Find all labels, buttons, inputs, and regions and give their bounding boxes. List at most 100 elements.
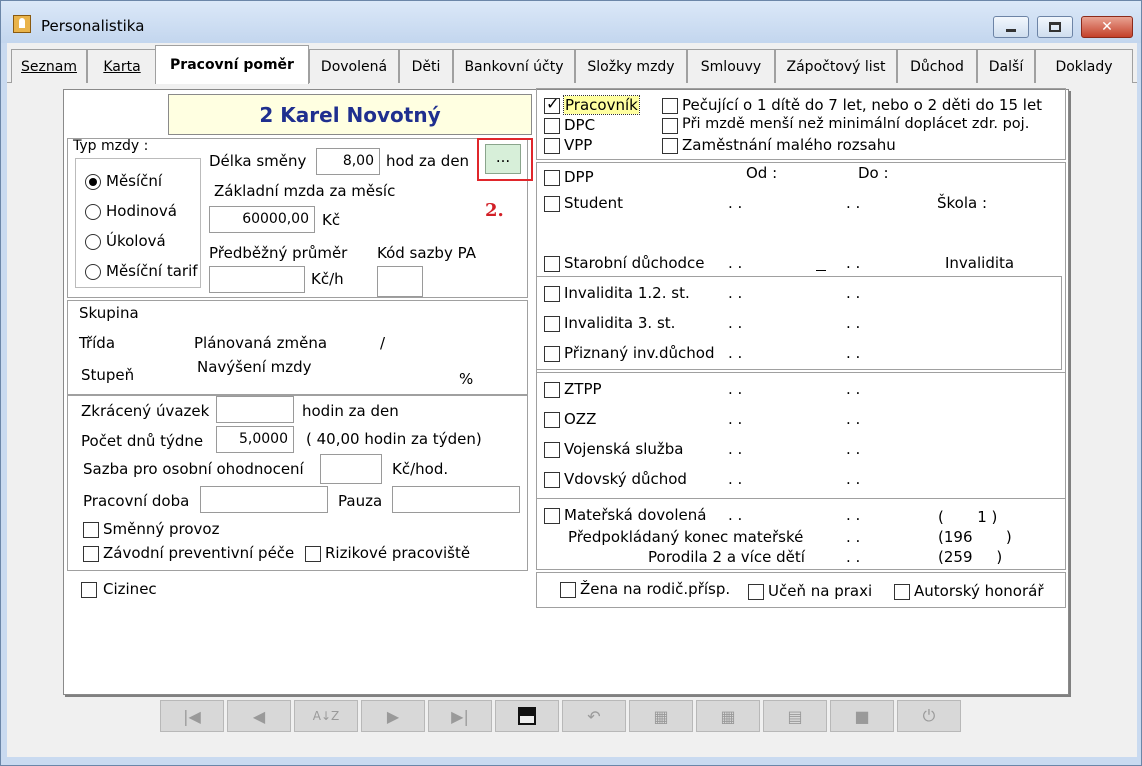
- from-label: Od :: [746, 164, 778, 182]
- undo-button[interactable]: ↶: [562, 700, 626, 732]
- tab-dovolena[interactable]: Dovolená: [309, 49, 399, 83]
- inv3-to-date: . .: [846, 314, 861, 332]
- check-icon: ✓: [546, 94, 560, 113]
- apprentice-checkbox[interactable]: [748, 584, 764, 600]
- app-window: Personalistika ✕ Seznam Karta Pracovní p…: [0, 0, 1142, 766]
- inv-pension-to-date: . .: [846, 344, 861, 362]
- stupen-label: Stupeň: [81, 366, 135, 384]
- avg-input[interactable]: [209, 266, 305, 293]
- maternity-checkbox[interactable]: [544, 508, 560, 524]
- base-wage-input[interactable]: 60000,00: [209, 206, 315, 233]
- next-record-button[interactable]: ▶: [361, 700, 425, 732]
- parental-checkbox[interactable]: [560, 582, 576, 598]
- dash-separator: [816, 270, 826, 271]
- tab-deti[interactable]: Děti: [399, 49, 453, 83]
- rate-code-label: Kód sazby PA: [377, 244, 476, 262]
- next-icon: ▶: [386, 706, 400, 726]
- increase-percent: %: [459, 370, 474, 388]
- vpp-checkbox[interactable]: [544, 138, 560, 154]
- author-fee-checkbox[interactable]: [894, 584, 910, 600]
- apprentice-label: Učeň na praxi: [768, 582, 873, 600]
- print-button[interactable]: ▤: [763, 700, 827, 732]
- last-record-button[interactable]: ▶|: [428, 700, 492, 732]
- foreigner-checkbox[interactable]: [81, 582, 97, 598]
- widow-checkbox[interactable]: [544, 472, 560, 488]
- prev-record-button[interactable]: ◀: [227, 700, 291, 732]
- rate-input[interactable]: [320, 454, 382, 484]
- preventive-care-checkbox[interactable]: [83, 546, 99, 562]
- tab-duchod[interactable]: Důchod: [897, 49, 977, 83]
- toolbar-button-9[interactable]: ▦: [696, 700, 760, 732]
- radio-mesicni-tarif[interactable]: [85, 264, 101, 280]
- days-note: ( 40,00 hodin za týden): [306, 430, 482, 448]
- caregiver-checkbox[interactable]: [662, 98, 678, 114]
- annotation-highlight: [477, 138, 533, 181]
- toolbar-button-11[interactable]: ■: [830, 700, 894, 732]
- min-wage-checkbox[interactable]: [662, 118, 678, 134]
- window-title: Personalistika: [41, 17, 145, 35]
- maximize-button[interactable]: [1037, 16, 1073, 38]
- power-button[interactable]: ⏻: [897, 700, 961, 732]
- min-wage-label: Při mzdě menší než minimální doplácet zd…: [682, 116, 1030, 132]
- radio-ukolova[interactable]: [85, 234, 101, 250]
- student-checkbox[interactable]: [544, 196, 560, 212]
- shift-unit-label: hod za den: [386, 152, 470, 170]
- ztpp-to-date: . .: [846, 380, 861, 398]
- save-button[interactable]: [495, 700, 559, 732]
- planned-change-slash: /: [380, 334, 386, 352]
- ztpp-checkbox[interactable]: [544, 382, 560, 398]
- tab-smlouvy[interactable]: Smlouvy: [687, 49, 775, 83]
- parental-label: Žena na rodič.přísp.: [580, 580, 731, 598]
- inv-pension-from-date: . .: [728, 344, 743, 362]
- reduced-input[interactable]: [216, 396, 294, 423]
- avg-unit: Kč/h: [311, 270, 344, 288]
- tab-pracovni-pomer[interactable]: Pracovní poměr: [155, 45, 309, 84]
- twins-number: (259 ): [938, 548, 1003, 566]
- days-input[interactable]: 5,0000: [216, 426, 294, 453]
- sort-button[interactable]: A↓Z: [294, 700, 358, 732]
- radio-hodinova[interactable]: [85, 204, 101, 220]
- shift-length-input[interactable]: 8,00: [316, 148, 380, 175]
- rate-unit: Kč/hod.: [392, 460, 449, 478]
- military-checkbox[interactable]: [544, 442, 560, 458]
- ozz-checkbox[interactable]: [544, 412, 560, 428]
- square-icon: ■: [854, 706, 870, 726]
- inv3-checkbox[interactable]: [544, 316, 560, 332]
- tab-karta[interactable]: Karta: [87, 49, 157, 83]
- tab-doklady[interactable]: Doklady: [1035, 49, 1133, 83]
- close-button[interactable]: ✕: [1081, 16, 1133, 38]
- dpp-checkbox[interactable]: [544, 170, 560, 186]
- undo-icon: ↶: [587, 706, 601, 726]
- small-scope-checkbox[interactable]: [662, 138, 678, 154]
- first-icon: |◀: [183, 706, 201, 726]
- inv-pension-label: Přiznaný inv.důchod: [564, 344, 715, 362]
- dpc-checkbox[interactable]: [544, 118, 560, 134]
- risky-workplace-label: Rizikové pracoviště: [325, 544, 471, 562]
- base-wage-unit: Kč: [322, 211, 341, 229]
- rate-code-input[interactable]: [377, 266, 423, 297]
- expected-end-label: Předpokládaný konec mateřské: [568, 528, 804, 546]
- reduced-unit: hodin za den: [302, 402, 399, 420]
- pracovnik-checkbox[interactable]: ✓: [544, 94, 560, 114]
- radio-mesicni[interactable]: [85, 174, 101, 190]
- pause-input[interactable]: [392, 486, 520, 513]
- minimize-button[interactable]: [993, 16, 1029, 38]
- tab-bankovni-ucty[interactable]: Bankovní účty: [453, 49, 575, 83]
- tab-zapoctovy-list[interactable]: Zápočtový list: [775, 49, 897, 83]
- risky-workplace-checkbox[interactable]: [305, 546, 321, 562]
- ztpp-label: ZTPP: [564, 380, 602, 398]
- shift-work-label: Směnný provoz: [103, 520, 220, 538]
- tab-slozky-mzdy[interactable]: Složky mzdy: [575, 49, 687, 83]
- old-age-checkbox[interactable]: [544, 256, 560, 272]
- work-time-input[interactable]: [200, 486, 328, 513]
- tab-seznam[interactable]: Seznam: [11, 49, 87, 83]
- tab-dalsi[interactable]: Další: [977, 49, 1035, 83]
- to-label: Do :: [858, 164, 889, 182]
- first-record-button[interactable]: |◀: [160, 700, 224, 732]
- shift-work-checkbox[interactable]: [83, 522, 99, 538]
- inv12-checkbox[interactable]: [544, 286, 560, 302]
- military-to-date: . .: [846, 440, 861, 458]
- toolbar-button-8[interactable]: ▦: [629, 700, 693, 732]
- widow-from-date: . .: [728, 470, 743, 488]
- inv-pension-checkbox[interactable]: [544, 346, 560, 362]
